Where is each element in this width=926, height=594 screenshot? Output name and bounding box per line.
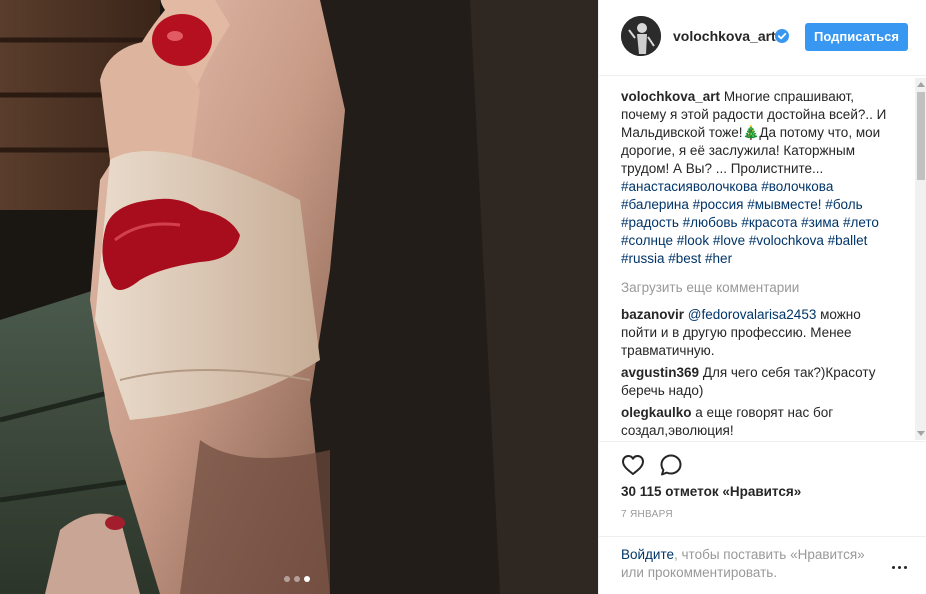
follow-button[interactable]: Подписаться <box>805 23 908 51</box>
comment-mention[interactable]: @fedorovalarisa2453 <box>688 307 817 322</box>
scroll-up-arrow-icon[interactable] <box>917 82 925 87</box>
comment-author[interactable]: olegkaulko <box>621 405 692 420</box>
comment-author[interactable]: avgustin369 <box>621 365 699 380</box>
login-prompt-text: Войдите, чтобы поставить «Нравится» или … <box>621 546 891 582</box>
comment-item: bazanovir @fedorovalarisa2453 можно пойт… <box>621 306 891 360</box>
comment-bubble-icon[interactable] <box>657 451 685 479</box>
heart-icon[interactable] <box>619 451 647 479</box>
post-header: volochkova_art Подписаться <box>599 0 926 76</box>
login-prompt: Войдите, чтобы поставить «Нравится» или … <box>599 536 926 594</box>
comments-list: volochkova_art Многие спрашивают, почему… <box>621 88 891 440</box>
post-side-panel: volochkova_art Подписаться volochkova_ar… <box>598 0 926 594</box>
comment-item: avgustin369 Для чего себя так?)Красоту б… <box>621 364 891 400</box>
carousel-dot-active[interactable] <box>304 576 310 582</box>
caption-hashtags[interactable]: #анастасияволочкова #волочкова #балерина… <box>621 179 879 266</box>
post-photo[interactable] <box>0 0 598 594</box>
avatar[interactable] <box>621 16 661 56</box>
comments-scrollbar[interactable] <box>915 78 926 440</box>
post-actions <box>599 441 926 476</box>
photo-image <box>0 0 598 594</box>
verified-badge-icon <box>775 29 789 43</box>
comment-author[interactable]: bazanovir <box>621 307 684 322</box>
login-link[interactable]: Войдите <box>621 547 674 562</box>
likes-count[interactable]: 30 115 отметок «Нравится» <box>621 484 801 499</box>
scroll-thumb[interactable] <box>917 92 925 180</box>
post-author-username[interactable]: volochkova_art <box>673 28 776 44</box>
carousel-dot[interactable] <box>284 576 290 582</box>
carousel-dot[interactable] <box>294 576 300 582</box>
post-date: 7 ЯНВАРЯ <box>621 509 673 520</box>
load-more-comments-link[interactable]: Загрузить еще комментарии <box>621 279 891 297</box>
post-caption: volochkova_art Многие спрашивают, почему… <box>621 88 891 268</box>
caption-author[interactable]: volochkova_art <box>621 89 720 104</box>
comment-item: olegkaulko а еще говорят нас бог создал,… <box>621 404 891 440</box>
more-options-icon[interactable] <box>889 562 909 572</box>
carousel-indicator <box>284 576 310 582</box>
scroll-down-arrow-icon[interactable] <box>917 431 925 436</box>
